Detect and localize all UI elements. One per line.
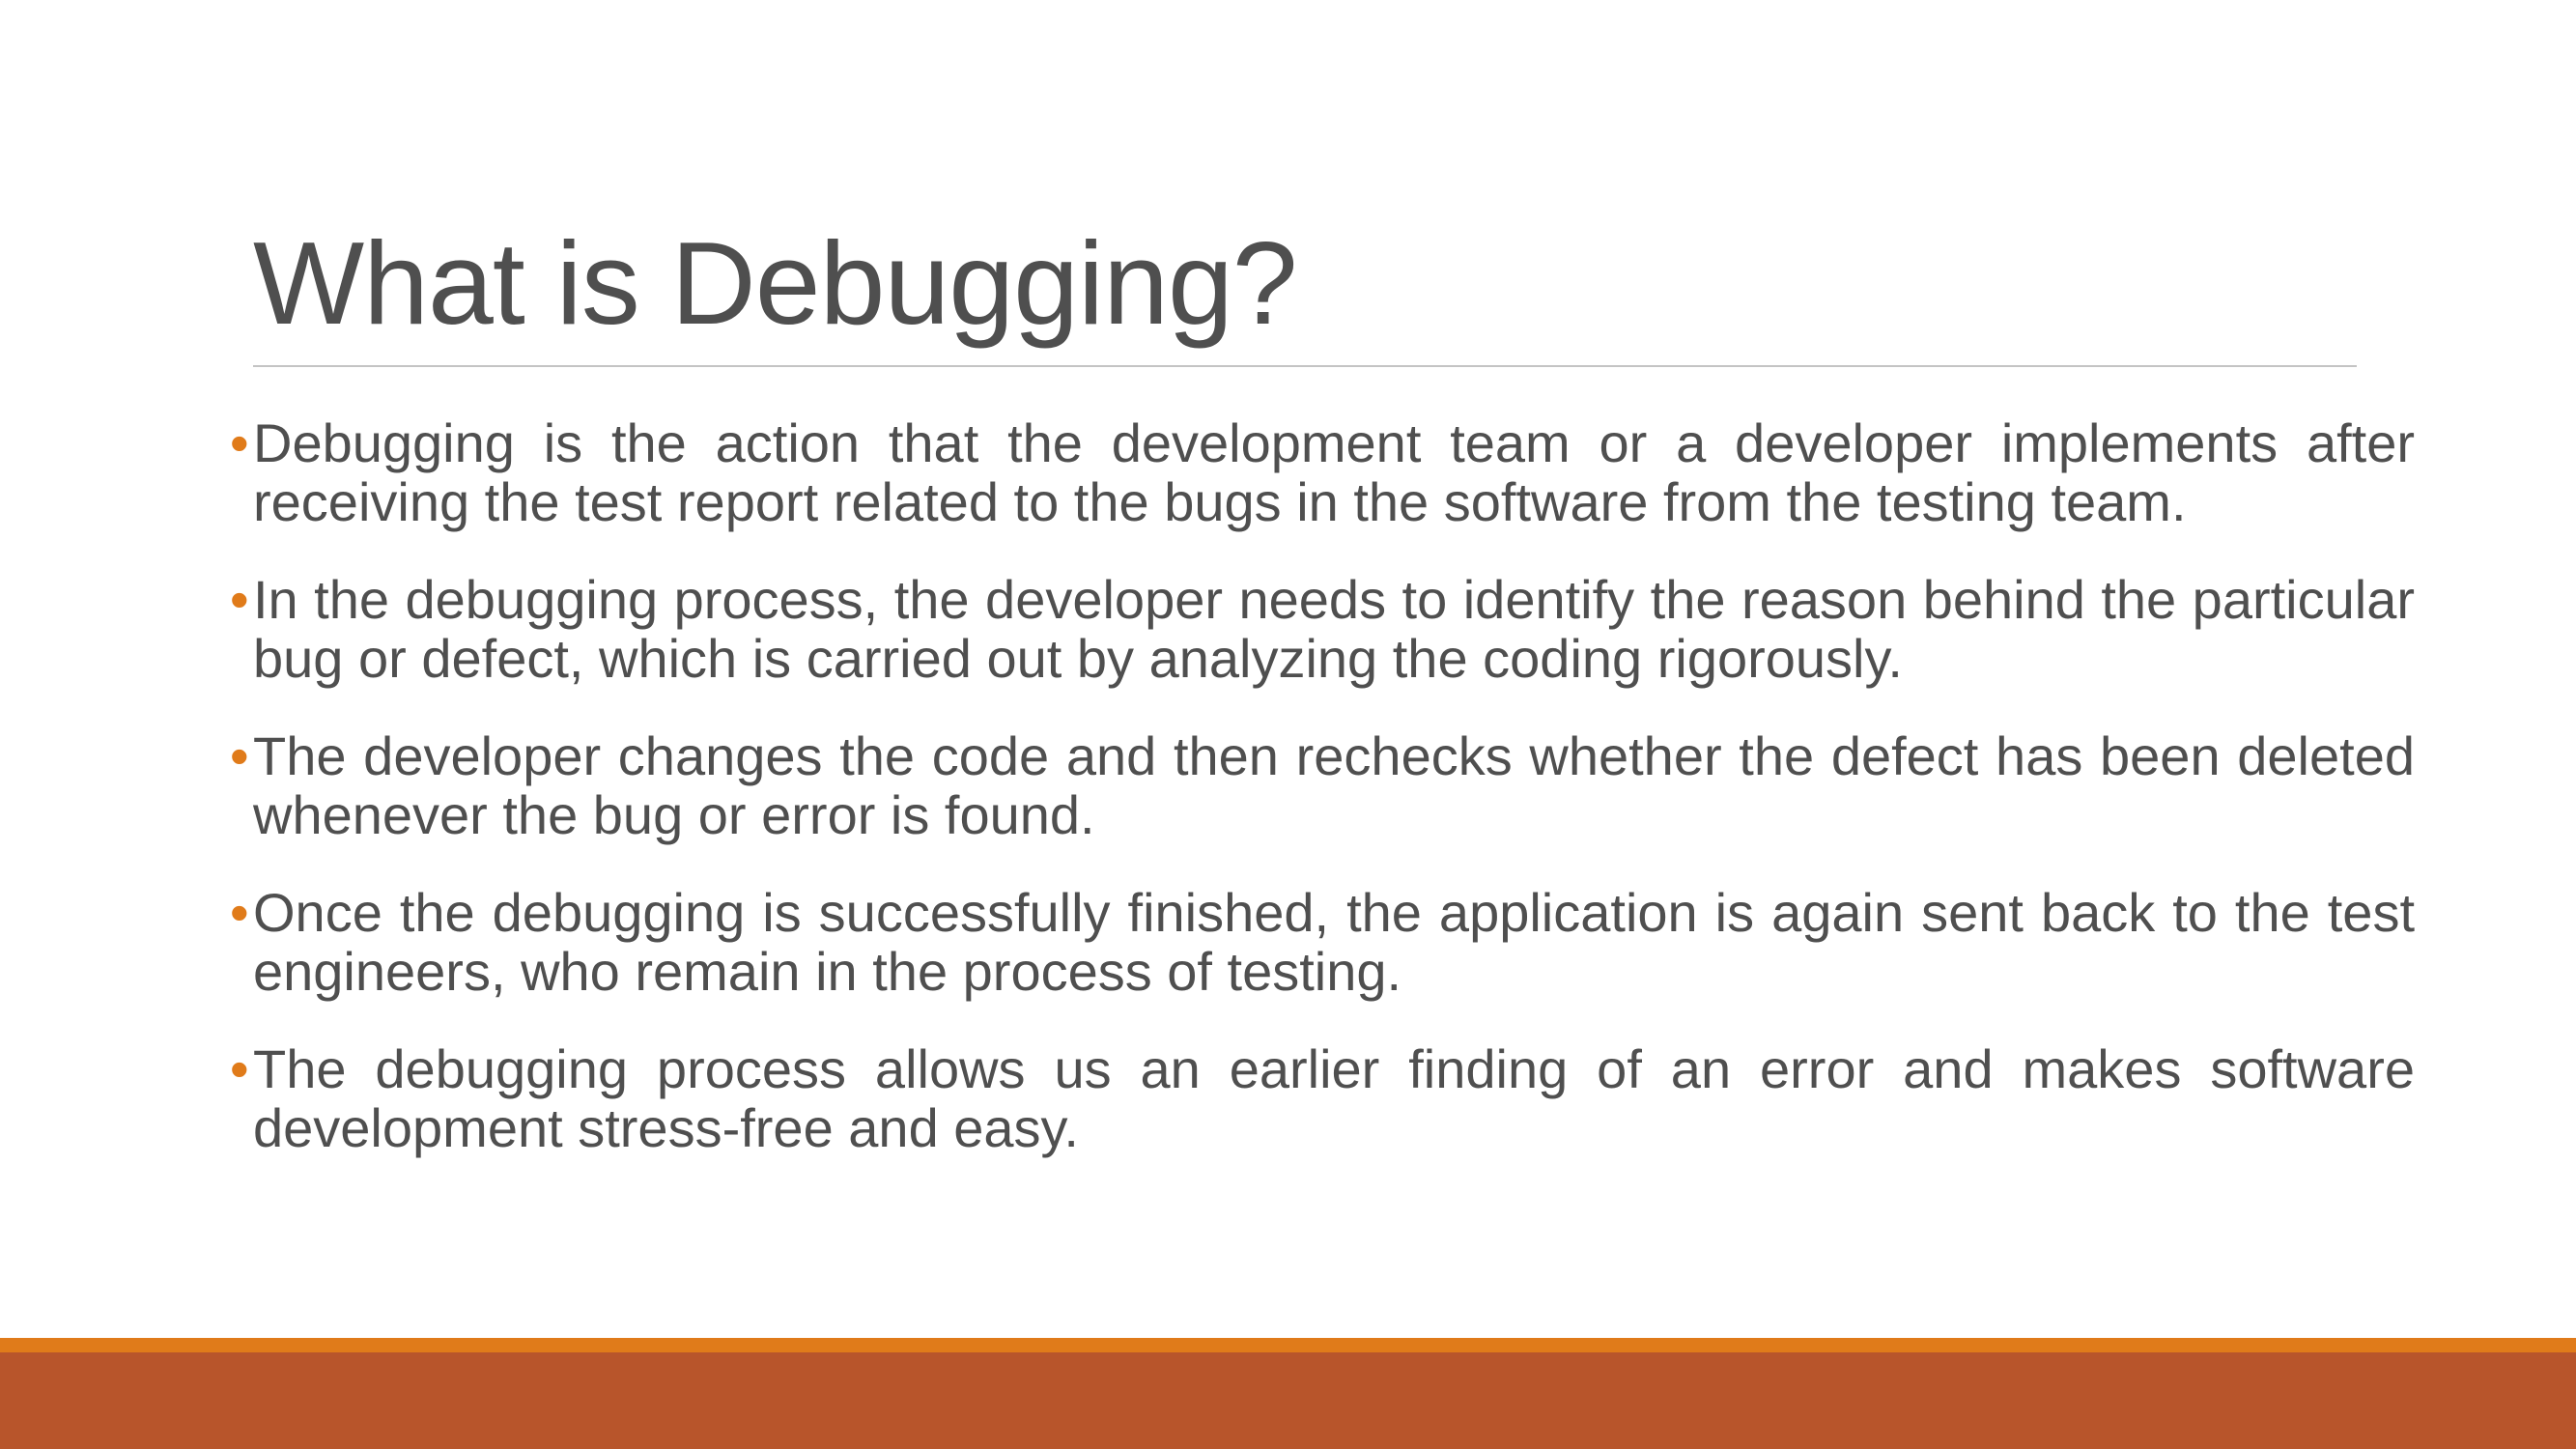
bullet-text: In the debugging process, the developer … [253,569,2415,689]
bullet-text: Debugging is the action that the develop… [253,412,2415,532]
slide-title: What is Debugging? [253,217,1298,349]
bullet-icon: • [230,412,249,473]
title-divider [253,365,2357,367]
bullet-item-3: • The developer changes the code and the… [230,726,2415,844]
bullet-item-5: • The debugging process allows us an ear… [230,1039,2415,1157]
bullet-text: The debugging process allows us an earli… [253,1038,2415,1158]
bullet-list: • Debugging is the action that the devel… [230,413,2415,1157]
bullet-text: Once the debugging is successfully finis… [253,882,2415,1002]
bullet-icon: • [230,569,249,630]
bullet-text: The developer changes the code and then … [253,725,2415,845]
bullet-item-2: • In the debugging process, the develope… [230,570,2415,688]
bullet-icon: • [230,1038,249,1099]
bullet-icon: • [230,725,249,786]
footer-band [0,1352,2576,1449]
bullet-item-4: • Once the debugging is successfully fin… [230,883,2415,1001]
slide: What is Debugging? • Debugging is the ac… [0,0,2576,1449]
footer-accent-stripe [0,1338,2576,1352]
bullet-icon: • [230,882,249,943]
bullet-item-1: • Debugging is the action that the devel… [230,413,2415,531]
